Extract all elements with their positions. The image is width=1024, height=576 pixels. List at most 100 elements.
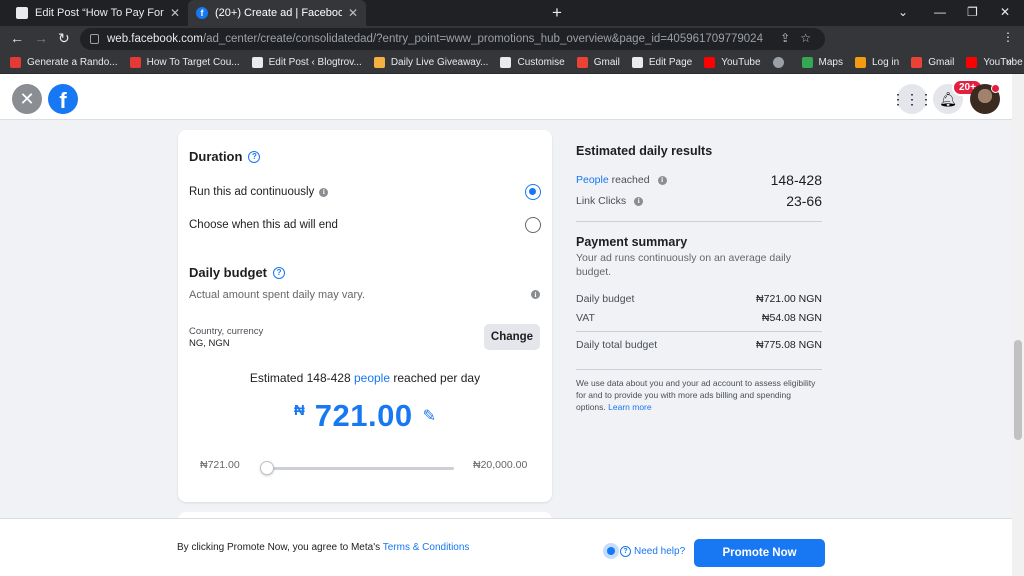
share-icon[interactable]: ⇪ [780, 31, 790, 45]
change-button[interactable]: Change [484, 324, 540, 350]
bookmark-label: Gmail [593, 57, 620, 68]
need-help-button[interactable]: ? Need help? [603, 543, 685, 559]
back-arrow-icon[interactable]: ← [10, 30, 24, 46]
budget-slider-track[interactable] [266, 467, 454, 470]
bookmark-icon [500, 57, 512, 68]
url-host: web.facebook.com [107, 33, 203, 45]
bookmark-item[interactable] [772, 57, 790, 68]
radio-choose-end[interactable] [525, 217, 541, 233]
bookmark-item[interactable]: Gmail [911, 57, 954, 68]
url-input[interactable]: web.facebook.com/ad_center/create/consol… [80, 28, 825, 50]
tab-search-icon[interactable]: ⌄ [898, 5, 908, 19]
tab-edit-post[interactable]: Edit Post “How To Pay For Facebo ✕ [8, 0, 188, 26]
bookmark-star-icon[interactable]: ☆ [800, 31, 811, 45]
legal-notice: We use data about you and your ad accoun… [576, 377, 822, 413]
bookmark-item[interactable]: YouTube [966, 57, 1023, 68]
estimate-suffix: reached per day [390, 371, 481, 385]
facebook-header: ✕ f ⋮⋮⋮ 🔔︎ [0, 74, 1012, 120]
close-tab-icon[interactable]: ✕ [348, 6, 358, 20]
help-circle-icon[interactable]: ? [248, 150, 261, 163]
link-clicks-value: 23-66 [786, 193, 822, 209]
menu-grid-icon[interactable]: ⋮⋮⋮ [891, 84, 933, 114]
currency-symbol: ₦ [293, 402, 305, 419]
learn-more-link[interactable]: Learn more [608, 402, 651, 412]
facebook-icon: f [196, 7, 208, 19]
menu-kebab-icon[interactable]: ⋮ [1002, 30, 1014, 44]
browser-tab-bar: Edit Post “How To Pay For Facebo ✕ f (20… [0, 0, 1024, 26]
tab-title: (20+) Create ad | Facebook [215, 7, 342, 19]
bookmark-label: YouTube [983, 57, 1023, 68]
window-close-icon[interactable]: ✕ [1000, 5, 1010, 19]
info-icon[interactable]: i [531, 290, 540, 299]
footer-bar: By clicking Promote Now, you agree to Me… [0, 518, 1012, 576]
bookmark-label: Gmail [928, 57, 955, 68]
budget-slider-handle[interactable] [260, 461, 274, 475]
people-reached-value: 148-428 [770, 172, 822, 188]
bookmark-label: Daily Live Giveaway... [390, 57, 489, 68]
info-icon[interactable]: i [657, 175, 667, 185]
need-help-label: Need help? [634, 545, 686, 557]
bookmark-item[interactable]: Daily Live Giveaway... [373, 57, 489, 68]
close-tab-icon[interactable]: ✕ [170, 6, 180, 20]
scrollbar-thumb[interactable] [1014, 340, 1022, 440]
people-link[interactable]: people [354, 371, 390, 385]
people-link[interactable]: People [576, 174, 609, 186]
vat-label: VAT [576, 312, 595, 324]
daily-total-value: ₦775.08 NGN [756, 339, 822, 351]
bookmark-icon [251, 57, 263, 68]
maximize-icon[interactable]: ❐ [967, 5, 978, 19]
divider [576, 331, 822, 332]
facebook-logo-icon[interactable]: f [48, 84, 78, 114]
daily-budget-title: Daily budget [189, 265, 268, 280]
bookmark-item[interactable]: Log in [854, 57, 899, 68]
bookmarks-bar: Generate a Rando... How To Target Cou...… [0, 52, 1024, 74]
info-icon[interactable]: i [634, 196, 644, 206]
terms-link[interactable]: Terms & Conditions [383, 542, 470, 553]
page-scrollbar[interactable] [1012, 74, 1024, 576]
divider [576, 369, 822, 370]
bookmark-icon [373, 57, 385, 68]
budget-subtitle: Actual amount spent daily may vary. [189, 289, 365, 301]
bookmark-label: How To Target Cou... [146, 57, 240, 68]
radio-run-continuously[interactable] [525, 184, 541, 200]
bookmark-item[interactable]: How To Target Cou... [129, 57, 240, 68]
tab-title: Edit Post “How To Pay For Facebo [35, 7, 164, 19]
bookmark-label: YouTube [721, 57, 761, 68]
help-circle-icon[interactable]: ? [273, 266, 286, 279]
bookmark-label: Generate a Rando... [27, 57, 118, 68]
close-button[interactable]: ✕ [12, 84, 42, 114]
slider-min-label: ₦721.00 [200, 459, 240, 471]
daily-budget-value: ₦721.00 NGN [756, 293, 822, 305]
option-run-continuously[interactable]: Run this ad continuously i [189, 186, 329, 198]
gmail-icon [911, 57, 923, 68]
budget-amount: ₦ 721.00 ✎ [178, 398, 552, 434]
estimate-prefix: Estimated 148-428 [249, 371, 354, 385]
bookmark-item[interactable]: Gmail [576, 57, 620, 68]
new-tab-button[interactable]: + [552, 3, 562, 23]
minimize-icon[interactable]: — [934, 5, 946, 19]
reload-icon[interactable]: ↻ [58, 30, 70, 47]
promote-now-button[interactable]: Promote Now [694, 539, 825, 567]
bookmark-label: Edit Page [648, 57, 693, 68]
pencil-icon[interactable]: ✎ [423, 406, 436, 426]
bookmark-item[interactable]: YouTube [704, 57, 761, 68]
info-icon[interactable]: i [319, 187, 329, 197]
bookmark-item[interactable]: Maps [801, 57, 843, 68]
forward-arrow-icon[interactable]: → [34, 30, 48, 46]
duration-title: Duration [189, 149, 243, 164]
people-reached-row: People reached i 148-428 [576, 172, 822, 188]
bookmark-item[interactable]: Edit Post ‹ Blogtrov... [251, 57, 362, 68]
tab-create-ad[interactable]: f (20+) Create ad | Facebook ✕ [188, 0, 366, 26]
bookmark-label: Maps [818, 57, 843, 68]
estimated-results-title: Estimated daily results [576, 144, 713, 158]
more-bookmarks-icon[interactable]: » [1006, 56, 1012, 68]
option-choose-end[interactable]: Choose when this ad will end [189, 219, 338, 231]
vat-value: ₦54.08 NGN [761, 312, 822, 324]
bookmark-item[interactable]: Generate a Rando... [10, 57, 118, 68]
bookmark-item[interactable]: Edit Page [631, 57, 693, 68]
document-icon [16, 7, 28, 19]
country-currency-value: NG, NGN [189, 338, 230, 349]
bookmark-item[interactable]: Customise [500, 57, 565, 68]
duration-heading: Duration ? [189, 149, 261, 164]
bookmark-label: Customise [517, 57, 565, 68]
